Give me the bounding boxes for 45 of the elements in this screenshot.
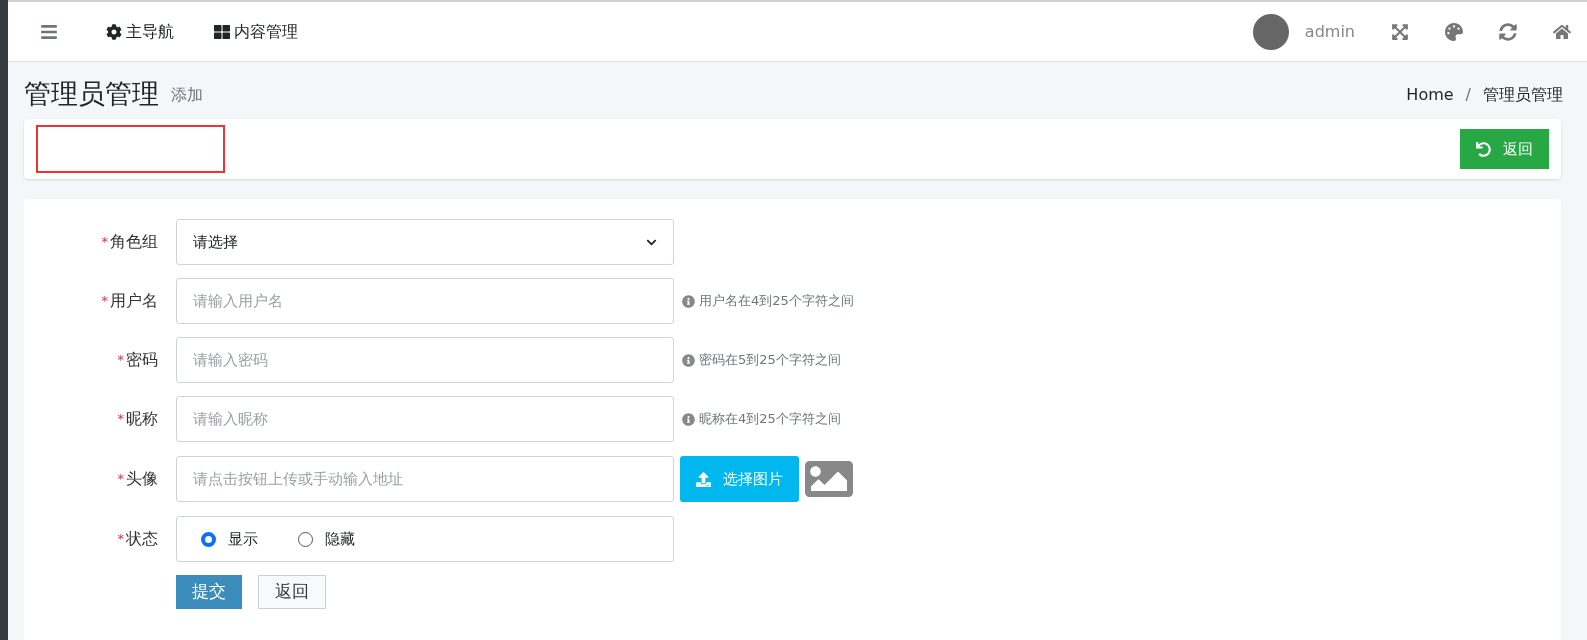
radio-option[interactable]: 隐藏	[298, 527, 355, 551]
field-label: 昵称	[126, 408, 158, 430]
breadcrumb-item[interactable]: Home	[1406, 83, 1454, 107]
avatar[interactable]	[1252, 13, 1289, 50]
info-icon	[682, 412, 695, 426]
select-field[interactable]: 请选择	[176, 219, 674, 265]
field-label: 密码	[126, 349, 158, 371]
fullscreen-icon[interactable]	[1391, 22, 1409, 41]
user-name[interactable]: admin	[1304, 19, 1355, 44]
hint-text: 用户名在4到25个字符之间	[699, 292, 854, 311]
nav-link[interactable]: 内容管理	[214, 19, 298, 44]
field-label: 角色组	[110, 231, 158, 253]
page-title: 管理员管理	[24, 80, 159, 107]
text-input[interactable]: 请输入用户名	[176, 278, 674, 324]
submit-button[interactable]: 提交	[176, 575, 242, 609]
page-subtitle: 添加	[171, 84, 203, 106]
required-mark: *	[101, 292, 108, 311]
refresh-icon[interactable]	[1499, 22, 1517, 41]
undo-icon	[1476, 141, 1491, 157]
field-label: 用户名	[110, 290, 158, 312]
field-label: 头像	[126, 468, 158, 490]
breadcrumb-separator: /	[1464, 84, 1472, 106]
gear-icon	[106, 23, 122, 40]
info-icon	[682, 353, 695, 367]
required-mark: *	[117, 410, 124, 429]
required-mark: *	[101, 233, 108, 252]
palette-icon[interactable]	[1445, 22, 1463, 41]
grid-icon	[214, 23, 230, 40]
home-icon[interactable]	[1553, 22, 1571, 41]
required-mark: *	[117, 351, 124, 370]
menu-icon	[40, 22, 58, 41]
required-mark: *	[117, 470, 124, 489]
breadcrumb-item: 管理员管理	[1483, 84, 1563, 106]
hint-text: 密码在5到25个字符之间	[699, 351, 841, 370]
required-mark: *	[117, 530, 124, 549]
url-input[interactable]: 请点击按钮上传或手动输入地址	[176, 456, 674, 502]
nav-link[interactable]: 主导航	[106, 19, 174, 44]
radio-option[interactable]: 显示	[201, 527, 258, 551]
text-input[interactable]: 请输入昵称	[176, 396, 674, 442]
text-input[interactable]: 请输入密码	[176, 337, 674, 383]
cancel-button[interactable]: 返回	[258, 575, 326, 609]
info-icon	[682, 294, 695, 308]
upload-icon	[696, 471, 711, 487]
field-label: 状态	[126, 528, 158, 550]
hint-text: 昵称在4到25个字符之间	[699, 410, 841, 429]
